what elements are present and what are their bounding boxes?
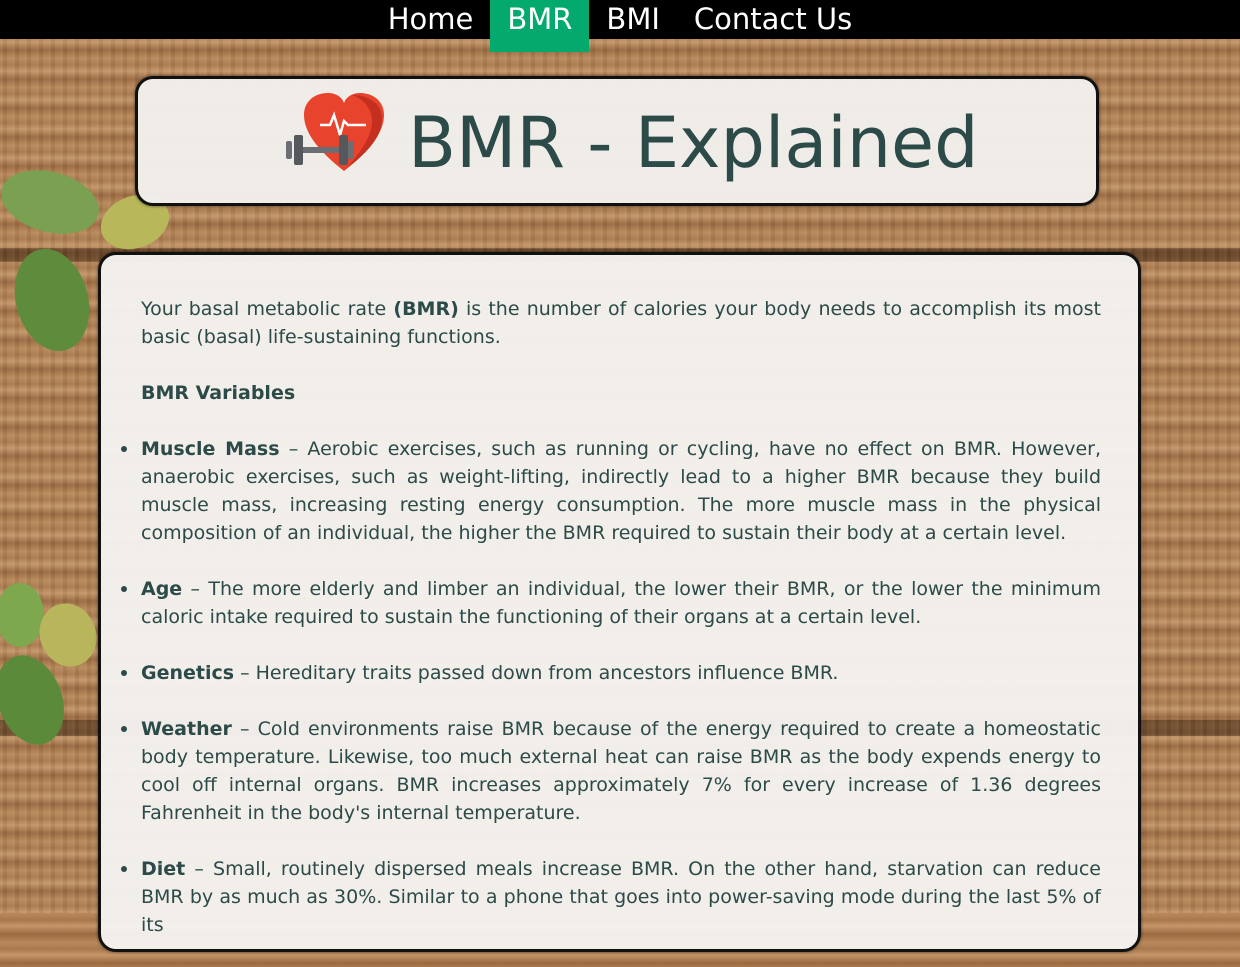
variable-desc: – Hereditary traits passed down from anc… (234, 662, 839, 684)
variable-desc: – Cold environments raise BMR because of… (141, 718, 1101, 824)
nav-home[interactable]: Home (371, 0, 491, 39)
nav-bmr[interactable]: BMR (490, 0, 590, 52)
header-card: BMR - Explained (135, 76, 1099, 206)
variable-term: Diet (141, 858, 186, 880)
heart-dumbbell-icon (286, 93, 384, 171)
intro-bmr-term: (BMR) (393, 298, 459, 320)
variable-desc: – Aerobic exercises, such as running or … (141, 438, 1102, 544)
variable-term: Weather (141, 718, 232, 740)
variables-heading: BMR Variables (141, 379, 1101, 407)
intro-paragraph: Your basal metabolic rate (BMR) is the n… (141, 295, 1101, 351)
variable-term: Genetics (141, 662, 235, 684)
variable-item-age: Age – The more elderly and limber an ind… (121, 575, 1101, 631)
nav-bmi[interactable]: BMI (589, 0, 676, 39)
variable-desc: – The more elderly and limber an individ… (141, 578, 1101, 628)
variable-term: Muscle Mass (141, 438, 280, 460)
nav-contact-us[interactable]: Contact Us (677, 0, 869, 39)
variables-list: Muscle Mass – Aerobic exercises, such as… (121, 435, 1102, 939)
page-title: BMR - Explained (408, 102, 979, 184)
variable-item-diet: Diet – Small, routinely dispersed meals … (121, 855, 1101, 939)
card-body: Your basal metabolic rate (BMR) is the n… (121, 295, 1102, 967)
variable-item-genetics: Genetics – Hereditary traits passed down… (121, 659, 1101, 687)
variable-item-muscle-mass: Muscle Mass – Aerobic exercises, such as… (121, 435, 1102, 547)
variables-heading-text: BMR Variables (141, 382, 296, 404)
variable-item-weather: Weather – Cold environments raise BMR be… (121, 715, 1101, 827)
variable-term: Age (141, 578, 183, 600)
navbar: Home BMR BMI Contact Us (0, 0, 1240, 52)
variable-desc: – Small, routinely dispersed meals incre… (141, 858, 1101, 936)
intro-text-start: Your basal metabolic rate (141, 298, 394, 320)
content-card: Your basal metabolic rate (BMR) is the n… (98, 252, 1141, 952)
